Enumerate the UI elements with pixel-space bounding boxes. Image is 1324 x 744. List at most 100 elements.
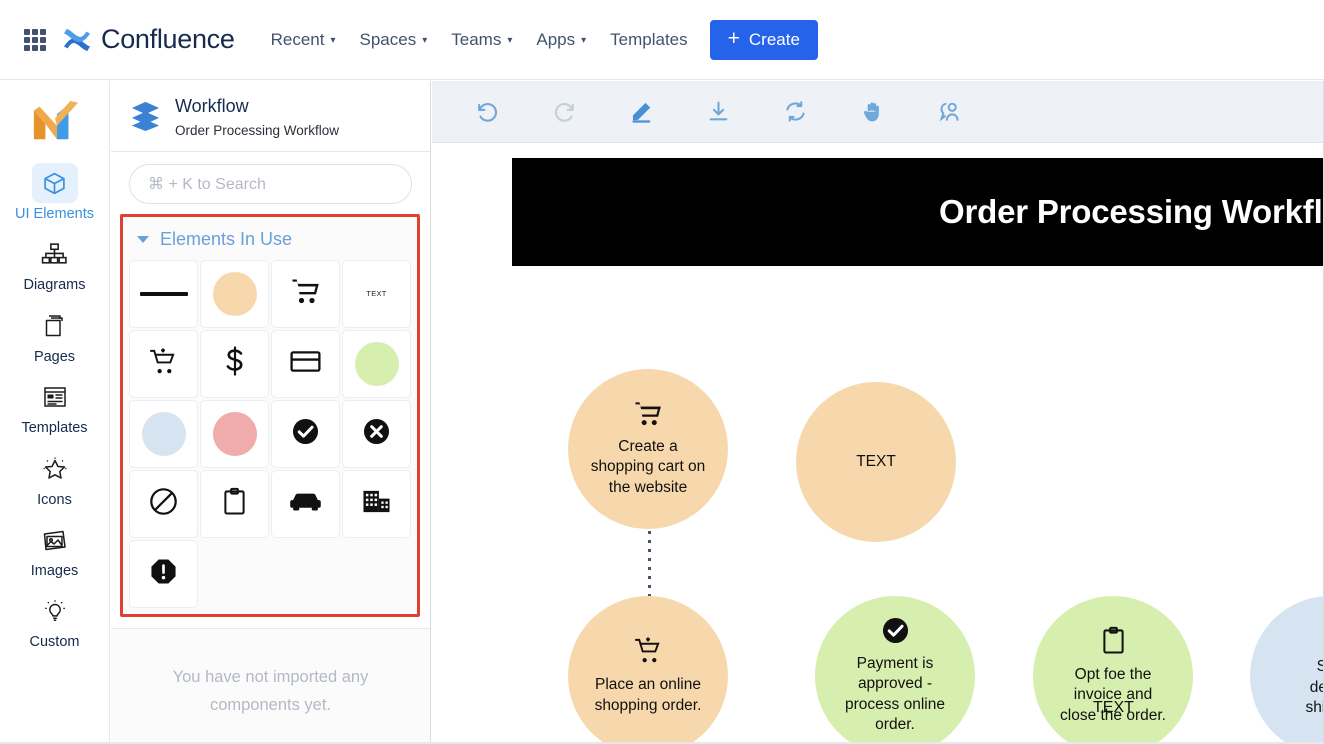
search-area: ⌘ + K to Search bbox=[111, 152, 430, 214]
building-icon bbox=[362, 488, 391, 520]
canvas-title-banner[interactable]: Order Processing Workflow bbox=[512, 158, 1324, 266]
nav-item-recent[interactable]: Recent ▾ bbox=[271, 30, 336, 50]
add-to-cart-icon bbox=[149, 347, 178, 381]
sidebar-item-label: Diagrams bbox=[23, 277, 86, 294]
green-circle-icon bbox=[354, 341, 399, 386]
chevron-down-icon: ▾ bbox=[581, 34, 587, 46]
element-pink-circle[interactable] bbox=[200, 399, 269, 468]
sidebar-item-label: Pages bbox=[33, 348, 76, 365]
sidebar-item-templates[interactable]: Templates bbox=[7, 375, 103, 437]
element-orange-circle[interactable] bbox=[200, 259, 269, 328]
nav-item-label: Templates bbox=[610, 29, 688, 49]
search-input[interactable]: ⌘ + K to Search bbox=[129, 163, 412, 204]
section-header-toggle[interactable]: Elements In Use bbox=[129, 223, 411, 260]
check-circle-icon bbox=[882, 617, 909, 649]
nav-item-label: Spaces bbox=[359, 29, 417, 49]
app-grid-icon[interactable] bbox=[24, 28, 46, 51]
node-label: Sch delive shiping bbox=[1305, 658, 1324, 717]
nav-item-templates[interactable]: Templates bbox=[610, 30, 687, 50]
connector-cart-to-order bbox=[648, 522, 651, 596]
element-credit-card[interactable] bbox=[271, 329, 340, 398]
node-place-order[interactable]: Place an online shopping order. bbox=[568, 596, 728, 744]
create-button-label: Create bbox=[748, 29, 800, 49]
text-element-label: TEXT bbox=[366, 289, 387, 298]
sidebar-item-label: Templates bbox=[21, 420, 88, 437]
overlay-text-label[interactable]: TEXT bbox=[1093, 699, 1134, 717]
sidebar-item-label: UI Elements bbox=[15, 206, 94, 222]
element-car[interactable] bbox=[271, 469, 340, 538]
section-label: Elements In Use bbox=[160, 228, 293, 249]
brand-label: Confluence bbox=[101, 24, 235, 54]
section-highlight-box: Elements In Use TEXT bbox=[120, 213, 420, 617]
canvas-board[interactable]: Order Processing Workflow Create a shopp… bbox=[432, 144, 1324, 744]
org-chart-icon bbox=[32, 234, 78, 274]
node-create-cart[interactable]: Create a shopping cart on the website bbox=[568, 369, 728, 529]
element-x-circle[interactable] bbox=[342, 399, 411, 468]
shopping-cart-icon bbox=[634, 400, 663, 432]
create-button[interactable]: + Create bbox=[709, 19, 818, 60]
nav-item-label: Apps bbox=[536, 29, 576, 49]
sidebar-item-label: Icons bbox=[37, 491, 72, 508]
add-to-cart-icon bbox=[634, 636, 663, 670]
collaborators-button[interactable] bbox=[934, 97, 964, 127]
line-icon bbox=[139, 291, 188, 296]
element-line[interactable] bbox=[129, 259, 198, 328]
sidebar-item-ui-elements[interactable]: UI Elements bbox=[7, 161, 103, 223]
nav-item-teams[interactable]: Teams ▾ bbox=[451, 30, 512, 50]
nav-item-apps[interactable]: Apps ▾ bbox=[536, 30, 586, 50]
x-circle-icon bbox=[363, 418, 390, 450]
sidebar-item-label: Images bbox=[30, 562, 79, 579]
nav-item-spaces[interactable]: Spaces ▾ bbox=[360, 30, 428, 50]
download-button[interactable] bbox=[703, 97, 733, 127]
left-rail: UI Elements Diagrams Pages Templates Ico… bbox=[0, 81, 110, 744]
node-label: Create a shopping cart on the website bbox=[590, 437, 706, 496]
element-check-circle[interactable] bbox=[271, 399, 340, 468]
empty-state-message: You have not imported any components yet… bbox=[172, 667, 369, 714]
template-layout-icon bbox=[32, 377, 78, 417]
product-logo-icon[interactable] bbox=[28, 97, 82, 145]
chevron-down-icon: ▾ bbox=[330, 34, 336, 46]
pan-button[interactable] bbox=[857, 97, 887, 127]
element-green-circle[interactable] bbox=[342, 329, 411, 398]
nav-item-label: Recent bbox=[270, 29, 325, 49]
sidebar-item-icons[interactable]: Icons bbox=[7, 447, 103, 509]
node-schedule-delivery[interactable]: Sch delive shiping bbox=[1250, 596, 1324, 744]
element-blue-circle[interactable] bbox=[129, 399, 198, 468]
edit-button[interactable] bbox=[626, 97, 656, 127]
element-dollar[interactable] bbox=[200, 329, 269, 398]
node-close-order[interactable]: Opt foe the invoice and close the order. bbox=[1033, 596, 1193, 744]
element-clipboard[interactable] bbox=[200, 469, 269, 538]
sidebar-item-diagrams[interactable]: Diagrams bbox=[7, 232, 103, 294]
node-text-orange[interactable]: TEXT bbox=[796, 382, 956, 542]
refresh-button[interactable] bbox=[780, 97, 810, 127]
panel-subtitle: Order Processing Workflow bbox=[175, 122, 340, 138]
sidebar-item-images[interactable]: Images bbox=[7, 518, 103, 580]
node-payment-approved[interactable]: Payment is approved - process online ord… bbox=[815, 596, 975, 744]
confluence-logo-icon bbox=[62, 27, 92, 53]
canvas-area: Order Processing Workflow Create a shopp… bbox=[432, 81, 1324, 744]
top-navigation-bar: Confluence Recent ▾ Spaces ▾ Teams ▾ App… bbox=[0, 0, 1324, 80]
layers-stack-icon bbox=[129, 98, 162, 131]
sidebar-item-custom[interactable]: Custom bbox=[7, 589, 103, 651]
nav-item-label: Teams bbox=[451, 29, 502, 49]
element-no-entry[interactable] bbox=[129, 469, 198, 538]
node-label: TEXT bbox=[856, 452, 896, 470]
imported-components-empty-state: You have not imported any components yet… bbox=[111, 627, 430, 744]
chevron-down-icon: ▾ bbox=[422, 34, 428, 46]
undo-button[interactable] bbox=[472, 97, 502, 127]
orange-circle-icon bbox=[212, 271, 257, 316]
element-add-to-cart[interactable] bbox=[129, 329, 198, 398]
check-circle-icon bbox=[292, 418, 319, 450]
element-shopping-cart[interactable] bbox=[271, 259, 340, 328]
redo-button[interactable] bbox=[549, 97, 579, 127]
sidebar-item-pages[interactable]: Pages bbox=[7, 304, 103, 366]
element-slot-empty bbox=[200, 539, 269, 608]
clipboard-icon bbox=[1102, 626, 1125, 660]
element-warning-octagon[interactable] bbox=[129, 539, 198, 608]
image-icon bbox=[32, 520, 78, 560]
confluence-brand[interactable]: Confluence bbox=[62, 24, 235, 55]
dollar-icon bbox=[223, 346, 247, 381]
elements-panel: Workflow Order Processing Workflow ⌘ + K… bbox=[111, 81, 431, 744]
element-text[interactable]: TEXT bbox=[342, 259, 411, 328]
element-building[interactable] bbox=[342, 469, 411, 538]
